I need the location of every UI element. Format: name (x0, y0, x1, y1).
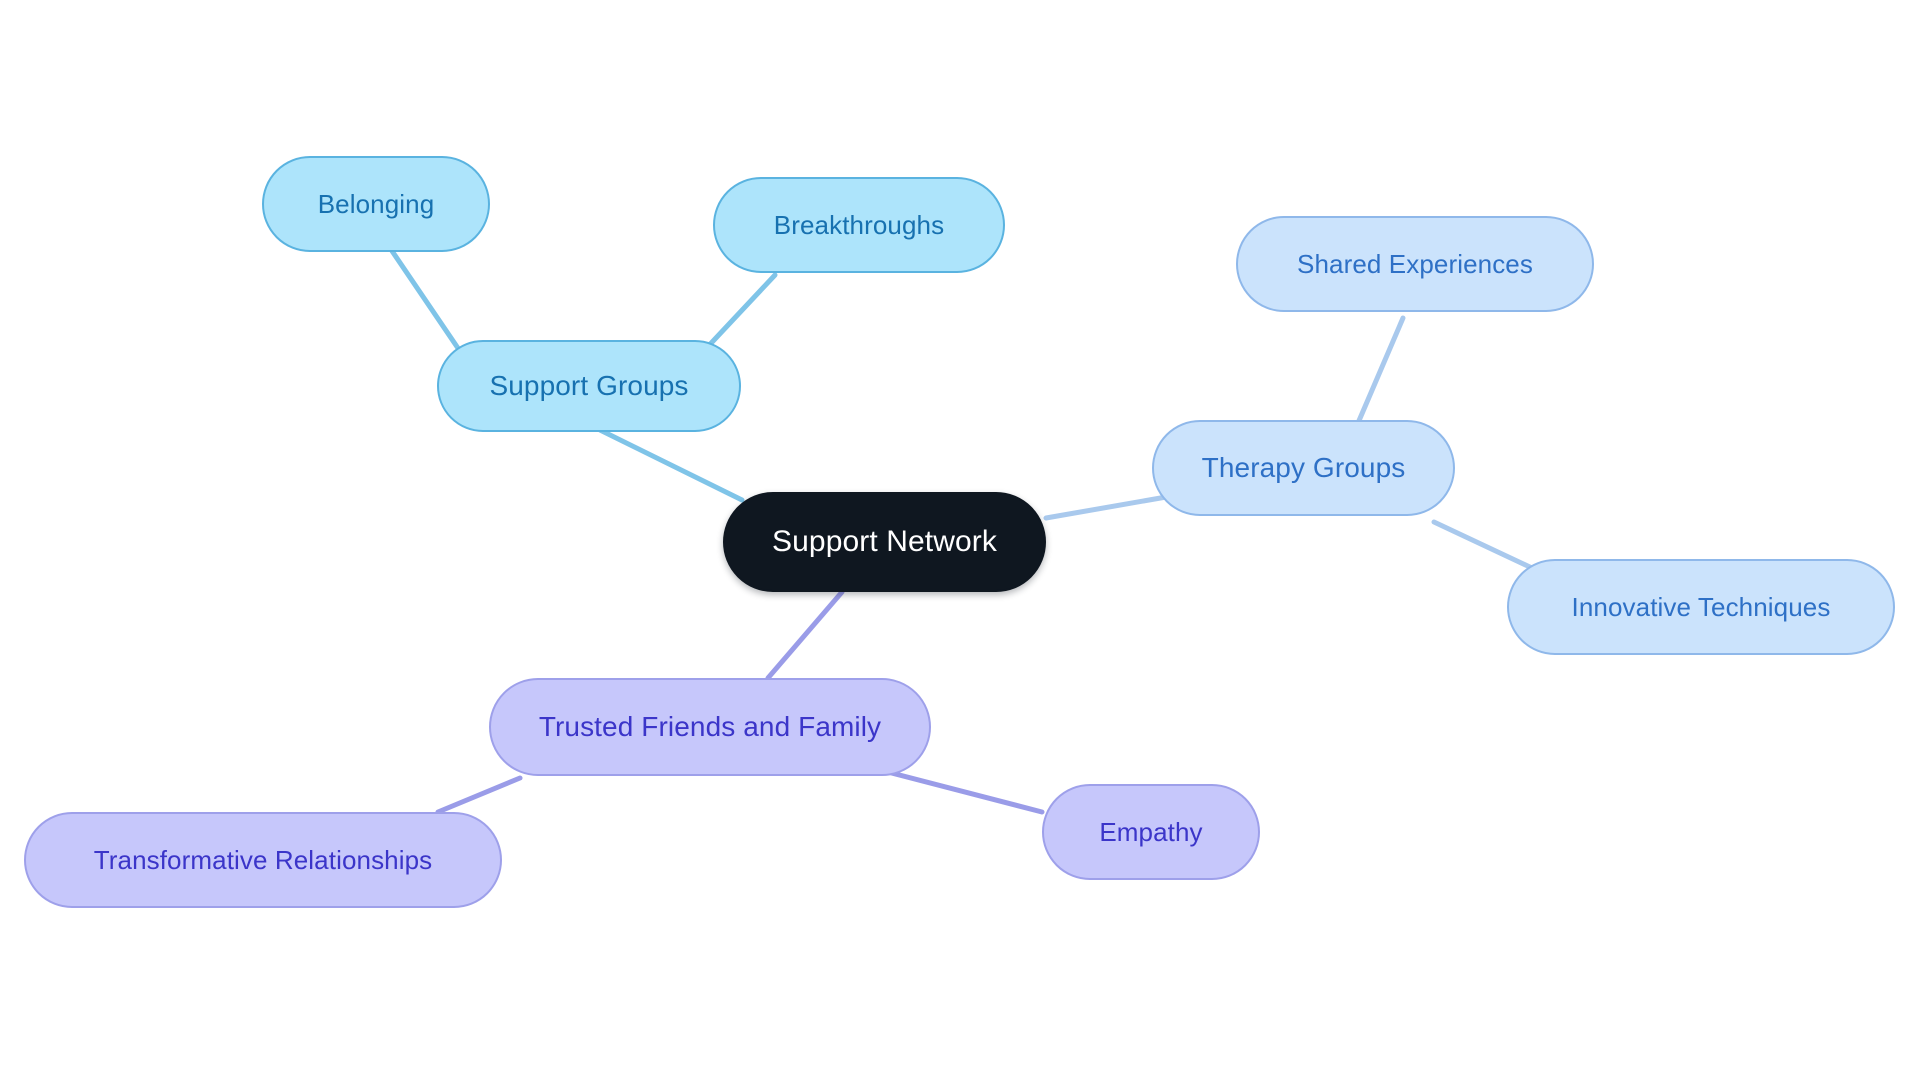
edge-therapy-groups-to-innovative-techniques (1431, 519, 1535, 571)
node-transformative-relationships-label: Transformative Relationships (93, 845, 433, 875)
node-breakthroughs-label: Breakthroughs (773, 210, 945, 240)
node-support-groups-label: Support Groups (489, 370, 689, 401)
node-empathy[interactable]: Empathy (1042, 784, 1260, 880)
node-innovative-techniques[interactable]: Innovative Techniques (1507, 559, 1895, 655)
node-breakthroughs[interactable]: Breakthroughs (713, 177, 1005, 273)
node-belonging[interactable]: Belonging (262, 156, 490, 252)
edge-therapy-groups-to-shared-experiences (1352, 315, 1406, 433)
node-support-network[interactable]: Support Network (723, 492, 1046, 592)
node-therapy-groups[interactable]: Therapy Groups (1152, 420, 1455, 516)
edge-root-to-trusted-friends (765, 589, 845, 681)
node-support-groups[interactable]: Support Groups (437, 340, 741, 432)
edge-support-groups-to-belonging (387, 245, 469, 363)
node-empathy-label: Empathy (1099, 817, 1203, 847)
node-transformative-relationships[interactable]: Transformative Relationships (24, 812, 502, 908)
node-trusted-friends-and-family-label: Trusted Friends and Family (538, 711, 882, 742)
edge-root-to-therapy-groups (1043, 493, 1175, 521)
edge-trusted-friends-to-transformative-relationships (435, 775, 523, 815)
edge-root-to-support-groups (597, 427, 745, 503)
node-support-network-label: Support Network (772, 525, 997, 558)
node-shared-experiences[interactable]: Shared Experiences (1236, 216, 1594, 312)
node-trusted-friends-and-family[interactable]: Trusted Friends and Family (489, 678, 931, 776)
mindmap-canvas: Support Network Support Groups Belonging… (0, 0, 1920, 1083)
edge-trusted-friends-to-empathy (877, 767, 1045, 815)
node-shared-experiences-label: Shared Experiences (1297, 249, 1533, 279)
node-therapy-groups-label: Therapy Groups (1201, 452, 1406, 483)
node-innovative-techniques-label: Innovative Techniques (1571, 592, 1831, 622)
node-belonging-label: Belonging (317, 189, 435, 219)
